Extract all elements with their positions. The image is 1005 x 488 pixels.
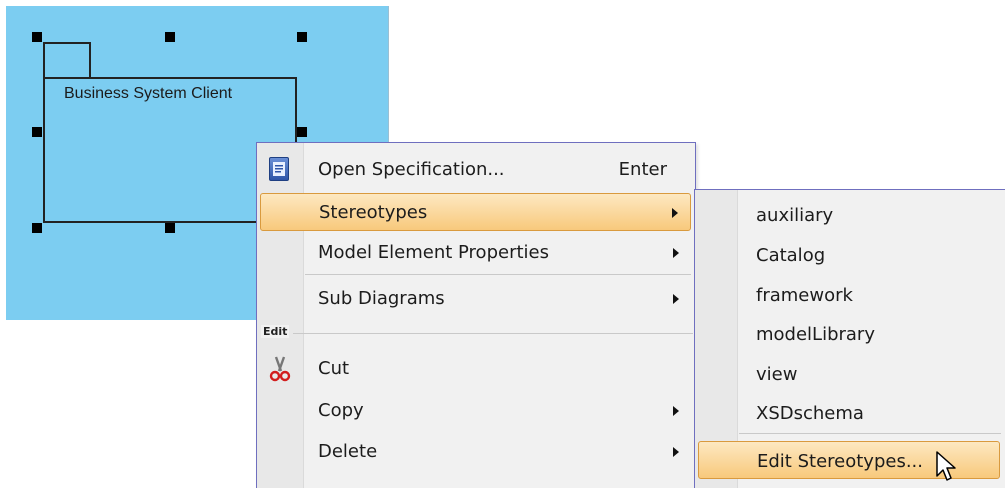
resize-handle-bottom-left[interactable] xyxy=(32,223,42,233)
menu-item-label: Stereotypes xyxy=(319,202,428,223)
menu-item-label: Delete xyxy=(318,441,378,462)
submenu-item-view[interactable]: view xyxy=(698,355,1000,393)
menu-item-label: Model Element Properties xyxy=(318,242,549,263)
scissors-icon xyxy=(269,356,291,387)
resize-handle-left[interactable] xyxy=(32,127,42,137)
menu-item-stereotypes[interactable]: Stereotypes xyxy=(260,193,691,231)
resize-handle-bottom[interactable] xyxy=(165,223,175,233)
submenu-item-auxiliary[interactable]: auxiliary xyxy=(698,196,1000,234)
resize-handle-top-left[interactable] xyxy=(32,32,42,42)
submenu-arrow-icon xyxy=(673,294,679,304)
menu-item-open-specification[interactable]: Open Specification... Enter xyxy=(260,151,691,189)
stereotypes-submenu: auxiliary Catalog framework modelLibrary… xyxy=(694,189,1005,488)
submenu-item-xsdschema[interactable]: XSDschema xyxy=(698,394,1000,432)
submenu-item-label: framework xyxy=(756,285,853,306)
submenu-arrow-icon xyxy=(673,447,679,457)
submenu-item-label: view xyxy=(756,364,798,385)
menu-item-label: Cut xyxy=(318,358,350,379)
menu-item-cut[interactable]: Cut xyxy=(260,350,691,388)
submenu-item-label: XSDschema xyxy=(756,403,864,424)
submenu-item-label: Edit Stereotypes... xyxy=(757,451,923,472)
package-name: Business System Client xyxy=(64,85,233,102)
context-menu: Open Specification... Enter Stereotypes … xyxy=(256,142,696,488)
submenu-item-label: auxiliary xyxy=(756,205,834,226)
menu-group-divider xyxy=(293,333,693,334)
specification-icon xyxy=(269,157,289,181)
menu-item-sub-diagrams[interactable]: Sub Diagrams xyxy=(260,280,691,318)
submenu-arrow-icon xyxy=(673,406,679,416)
menu-group-label-edit: Edit xyxy=(261,325,290,338)
menu-item-label: Sub Diagrams xyxy=(318,288,445,309)
menu-item-model-element-properties[interactable]: Model Element Properties xyxy=(260,234,691,272)
diagram-canvas[interactable]: Business System Client Open Specificatio… xyxy=(0,0,1005,488)
resize-handle-top-right[interactable] xyxy=(297,32,307,42)
menu-item-label: Copy xyxy=(318,400,364,421)
submenu-arrow-icon xyxy=(673,248,679,258)
menu-item-copy[interactable]: Copy xyxy=(260,392,691,430)
submenu-item-label: modelLibrary xyxy=(756,324,875,345)
submenu-arrow-icon xyxy=(672,208,678,218)
submenu-item-modellibrary[interactable]: modelLibrary xyxy=(698,315,1000,353)
resize-handle-top[interactable] xyxy=(165,32,175,42)
submenu-item-label: Catalog xyxy=(756,245,826,266)
menu-separator xyxy=(305,274,691,275)
mouse-pointer-icon xyxy=(935,451,959,487)
menu-item-shortcut: Enter xyxy=(618,159,667,180)
menu-item-label: Open Specification... xyxy=(318,159,505,180)
package-tab[interactable] xyxy=(43,42,91,78)
menu-item-delete[interactable]: Delete xyxy=(260,433,691,471)
submenu-item-catalog[interactable]: Catalog xyxy=(698,236,1000,274)
submenu-separator xyxy=(739,433,1001,434)
submenu-item-framework[interactable]: framework xyxy=(698,276,1000,314)
resize-handle-right[interactable] xyxy=(297,127,307,137)
